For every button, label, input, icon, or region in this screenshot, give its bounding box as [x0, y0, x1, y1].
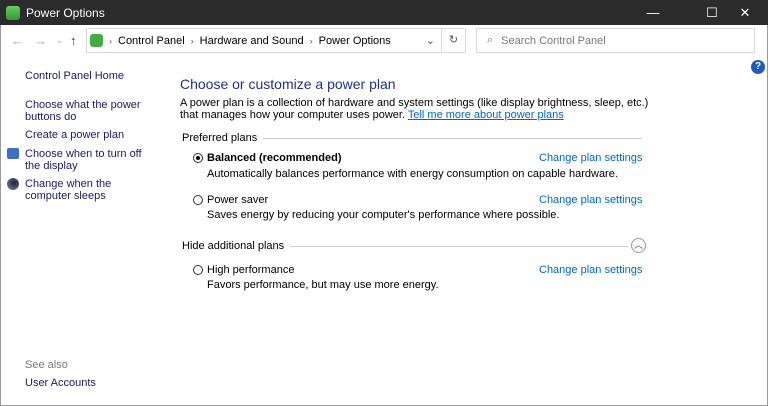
control-panel-icon: [90, 34, 103, 47]
change-plan-settings-link[interactable]: Change plan settings: [539, 264, 642, 276]
recent-chevron-icon[interactable]: ⌄: [56, 36, 63, 45]
change-plan-settings-link[interactable]: Change plan settings: [539, 152, 642, 164]
crumb-control-panel[interactable]: Control Panel: [118, 35, 185, 47]
hide-additional-plans-group: Hide additional plans: [182, 240, 628, 252]
high-performance-radio[interactable]: [193, 265, 203, 275]
plan-name[interactable]: Power saver: [207, 194, 268, 206]
up-icon[interactable]: ↑: [70, 33, 77, 48]
close-button[interactable]: ✕: [722, 0, 768, 25]
refresh-icon[interactable]: ↻: [441, 29, 465, 52]
balanced-radio[interactable]: [193, 153, 203, 163]
display-clock-icon: [7, 148, 19, 159]
sidebar-power-buttons[interactable]: Choose what the power buttons do: [25, 99, 155, 123]
minimize-button[interactable]: —: [630, 0, 676, 25]
search-icon: ⌕: [487, 34, 494, 46]
sidebar-turn-off-display[interactable]: Choose when to turn off the display: [25, 148, 155, 172]
dropdown-chevron-icon[interactable]: ⌄: [426, 34, 435, 47]
plan-description: Saves energy by reducing your computer's…: [207, 209, 560, 221]
page-description: A power plan is a collection of hardware…: [180, 97, 649, 121]
window-title: Power Options: [26, 5, 105, 20]
content-area: Control Panel Home Choose what the power…: [0, 57, 768, 406]
back-icon[interactable]: ←: [11, 33, 24, 48]
sidebar-create-plan[interactable]: Create a power plan: [25, 129, 155, 141]
sidebar-control-panel-home[interactable]: Control Panel Home: [25, 70, 155, 82]
forward-icon[interactable]: →: [34, 33, 47, 48]
preferred-plans-group: Preferred plans: [182, 132, 642, 144]
tell-me-more-link[interactable]: Tell me more about power plans: [408, 109, 564, 121]
sleep-moon-icon: [7, 178, 19, 190]
sidebar-user-accounts[interactable]: User Accounts: [25, 377, 155, 389]
collapse-chevron-up-icon[interactable]: ︿: [631, 238, 646, 253]
plan-name[interactable]: High performance: [207, 264, 294, 276]
plan-description: Favors performance, but may use more ene…: [207, 279, 439, 291]
see-also-label: See also: [25, 359, 68, 371]
plan-description: Automatically balances performance with …: [207, 168, 618, 180]
power-saver-radio[interactable]: [193, 195, 203, 205]
sidebar-computer-sleeps[interactable]: Change when the computer sleeps: [25, 178, 155, 202]
change-plan-settings-link[interactable]: Change plan settings: [539, 194, 642, 206]
page-title: Choose or customize a power plan: [180, 76, 396, 92]
crumb-power-options[interactable]: Power Options: [319, 35, 391, 47]
plan-name[interactable]: Balanced (recommended): [207, 152, 341, 164]
address-box[interactable]: › Control Panel › Hardware and Sound › Powe…: [86, 28, 466, 53]
title-bar: Power Options — ☐ ✕: [0, 0, 768, 25]
power-options-icon: [6, 5, 20, 20]
crumb-hardware-sound[interactable]: Hardware and Sound: [200, 35, 304, 47]
help-icon[interactable]: ?: [751, 60, 765, 74]
search-input[interactable]: ⌕ Search Control Panel: [476, 28, 755, 53]
